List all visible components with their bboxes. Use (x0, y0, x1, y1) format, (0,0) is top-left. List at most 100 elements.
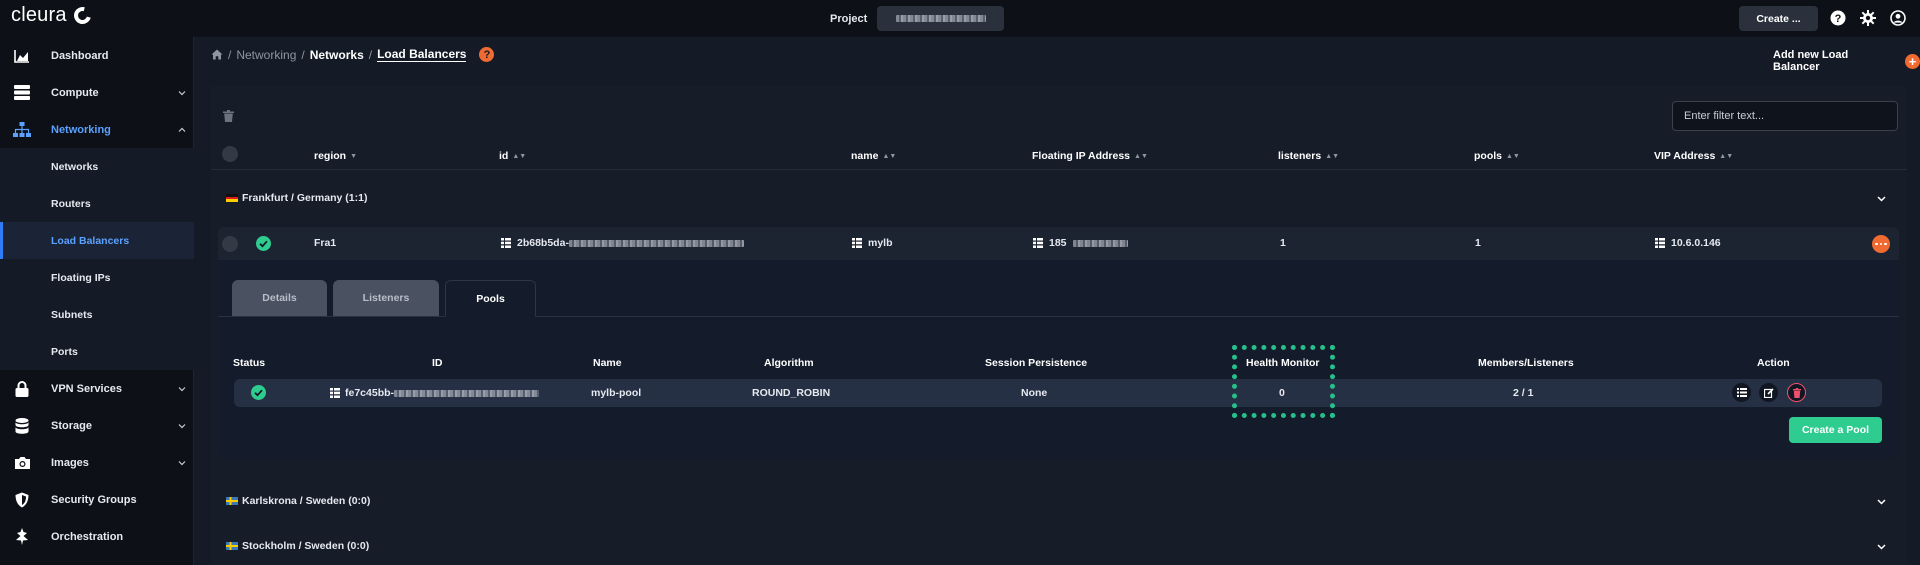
load-balancer-table-header: region ▼ id ▲▼ name ▲▼ Floating IP Address ▲… (211, 142, 1907, 170)
chart-area-icon (13, 47, 31, 65)
project-label: Project (830, 12, 868, 25)
chevron-down-icon (178, 460, 186, 465)
cleura-logo-icon (70, 3, 94, 28)
status-ok-icon (256, 236, 271, 251)
pool-members-listeners: 2 / 1 (1513, 387, 1534, 399)
region-group-frankfurt[interactable]: Frankfurt / Germany (1:1) (211, 183, 1907, 213)
status-ok-icon (251, 385, 266, 400)
create-button[interactable]: Create ... (1739, 6, 1818, 31)
lb-vip: 10.6.0.146 (1655, 237, 1721, 249)
sort-icon: ▲▼ (1134, 152, 1148, 160)
region-group-stockholm[interactable]: Stockholm / Sweden (0:0) (211, 531, 1907, 561)
sidebar-item-networking[interactable]: Networking (0, 111, 194, 148)
chevron-down-icon (178, 423, 186, 428)
row-more-options-button[interactable] (1872, 235, 1890, 253)
copy-list-icon[interactable] (1033, 238, 1043, 248)
row-select-checkbox[interactable] (222, 236, 238, 252)
lb-listeners: 1 (1280, 237, 1286, 249)
sort-icon: ▲▼ (512, 152, 527, 160)
tab-details[interactable]: Details (232, 280, 327, 316)
bulk-delete-trash-icon[interactable] (223, 110, 234, 122)
sidebar-item-storage[interactable]: Storage (0, 407, 194, 444)
lb-floating-ip: 185 (1033, 237, 1128, 249)
shield-icon (13, 491, 31, 509)
sidebar-item-routers[interactable]: Routers (0, 185, 194, 222)
copy-list-icon[interactable] (852, 238, 862, 248)
tab-listeners[interactable]: Listeners (333, 280, 439, 316)
filter-input[interactable] (1672, 101, 1898, 131)
pool-edit-button[interactable] (1759, 383, 1778, 402)
column-header-id[interactable]: id ▲▼ (499, 150, 526, 162)
redacted-id (568, 239, 744, 247)
sidebar-item-vpn-services[interactable]: VPN Services (0, 370, 194, 407)
sidebar-item-security-groups[interactable]: Security Groups (0, 481, 194, 518)
gear-icon[interactable] (1860, 10, 1876, 26)
sidebar-item-images[interactable]: Images (0, 444, 194, 481)
lb-region: Fra1 (314, 237, 337, 249)
sort-icon: ▲▼ (882, 152, 897, 160)
germany-flag-icon (226, 194, 238, 203)
plus-icon: + (1905, 53, 1920, 69)
copy-list-icon[interactable] (330, 388, 340, 398)
region-group-karlskrona[interactable]: Karlskrona / Sweden (0:0) (211, 486, 1907, 516)
pool-session-persistence: None (1021, 387, 1048, 399)
create-pool-button[interactable]: Create a Pool (1789, 417, 1882, 443)
page-help-icon[interactable]: ? (479, 47, 495, 62)
column-header-region[interactable]: region ▼ (314, 150, 357, 162)
health-monitor-highlight (1232, 345, 1335, 418)
pools-column-members-listeners: Members/Listeners (1478, 357, 1574, 369)
user-account-icon[interactable] (1890, 10, 1906, 26)
table-row[interactable]: Fra1 2b68b5da- mylb 185 1 1 10.6.0.146 (218, 227, 1899, 260)
list-icon (1736, 388, 1747, 397)
column-header-listeners[interactable]: listeners ▲▼ (1278, 150, 1339, 162)
database-icon (13, 417, 31, 435)
trash-icon (1792, 387, 1801, 398)
cleura-logo[interactable]: cleura (11, 3, 94, 28)
breadcrumb-networks[interactable]: Networks (310, 48, 364, 62)
pools-column-session-persistence: Session Persistence (985, 357, 1088, 369)
help-icon[interactable]: ? (1830, 10, 1846, 26)
sort-icon: ▲▼ (1506, 152, 1520, 160)
sidebar-item-compute[interactable]: Compute (0, 74, 194, 111)
column-header-name[interactable]: name ▲▼ (851, 150, 896, 162)
breadcrumb: / Networking / Networks / Load Balancers… (211, 47, 495, 62)
redacted-project-name (895, 15, 986, 22)
pool-name: mylb-pool (591, 387, 642, 399)
lb-name: mylb (852, 237, 893, 249)
redacted-pool-id (394, 389, 540, 397)
pool-list-button[interactable] (1732, 383, 1751, 402)
sort-icon: ▲▼ (1719, 152, 1734, 160)
select-all-checkbox[interactable] (222, 146, 238, 162)
sidebar-item-networks[interactable]: Networks (0, 148, 194, 185)
pools-column-id: ID (432, 357, 443, 369)
sidebar-item-load-balancers[interactable]: Load Balancers (0, 222, 194, 259)
sidebar-item-subnets[interactable]: Subnets (0, 296, 194, 333)
page-title: Load Balancers (377, 47, 467, 62)
copy-list-icon[interactable] (1655, 238, 1665, 248)
tab-pools[interactable]: Pools (445, 280, 536, 317)
column-header-vip-address[interactable]: VIP Address ▲▼ (1654, 150, 1733, 162)
sidebar-item-ports[interactable]: Ports (0, 333, 194, 370)
sweden-flag-icon (226, 497, 238, 505)
copy-list-icon[interactable] (501, 238, 511, 248)
project-select[interactable] (877, 6, 1005, 31)
sidebar-item-floating-ips[interactable]: Floating IPs (0, 259, 194, 296)
pool-row[interactable]: fe7c45bb- mylb-pool ROUND_ROBIN None 0 2… (234, 379, 1882, 407)
pools-column-action: Action (1757, 357, 1790, 369)
sidebar-item-dashboard[interactable]: Dashboard (0, 37, 194, 74)
chevron-down-icon (1877, 543, 1886, 550)
project-selector-group: Project (830, 6, 1005, 31)
home-icon[interactable] (211, 49, 223, 60)
edit-icon (1763, 387, 1774, 398)
sidebar-item-orchestration[interactable]: Orchestration (0, 518, 194, 555)
breadcrumb-networking[interactable]: Networking (236, 48, 296, 62)
column-header-pools[interactable]: pools ▲▼ (1474, 150, 1520, 162)
top-bar: cleura Project Create ... ? (0, 0, 1920, 37)
pool-delete-button[interactable] (1787, 383, 1806, 402)
orchestration-icon (13, 528, 31, 546)
lock-icon (13, 380, 31, 398)
column-header-floating-ip[interactable]: Floating IP Address ▲▼ (1032, 150, 1148, 162)
add-load-balancer-button[interactable]: Add new Load Balancer + (1773, 49, 1920, 73)
pool-id: fe7c45bb- (330, 387, 540, 399)
chevron-up-icon (178, 127, 186, 132)
